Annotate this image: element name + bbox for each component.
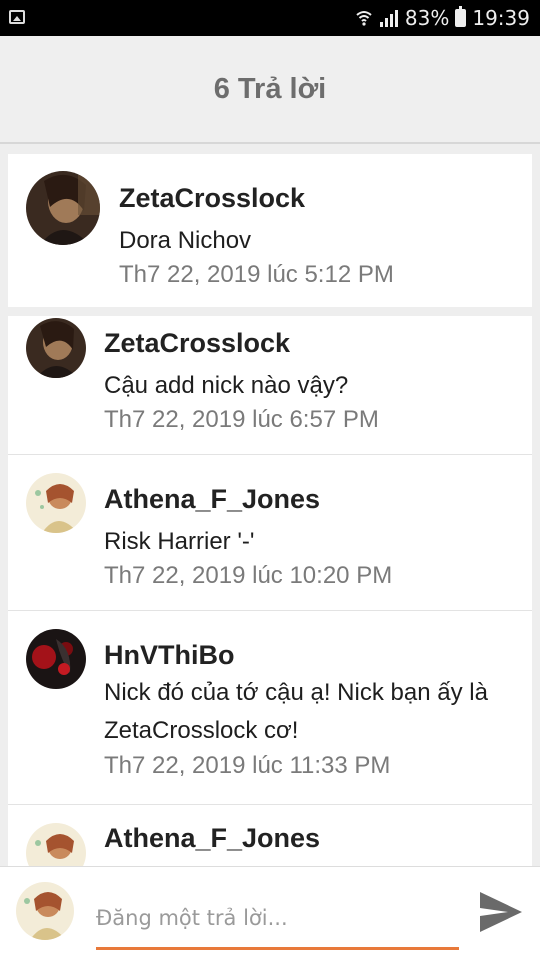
page-title: 6 Trả lời	[213, 72, 327, 105]
app-header: 6 Trả lời	[0, 36, 540, 144]
wifi-icon	[355, 9, 373, 27]
post-text: Dora Nichov	[119, 227, 252, 254]
author-name[interactable]: Athena_F_Jones	[104, 484, 320, 515]
clock: 19:39	[472, 6, 530, 30]
status-bar: 83% 19:39	[0, 0, 540, 36]
avatar[interactable]	[26, 823, 86, 868]
reply-composer	[0, 866, 540, 961]
reply-text: Risk Harrier '-'	[104, 528, 255, 555]
avatar	[16, 882, 74, 940]
reply-date: Th7 22, 2019 lúc 11:33 PM	[104, 752, 391, 779]
avatar[interactable]	[26, 318, 86, 378]
avatar[interactable]	[26, 629, 86, 689]
reply-input[interactable]	[96, 889, 459, 950]
reply-date: Th7 22, 2019 lúc 10:20 PM	[104, 562, 393, 589]
image-icon	[9, 10, 25, 24]
battery-icon	[455, 6, 467, 27]
send-icon[interactable]	[478, 890, 524, 939]
status-icons: 83% 19:39	[355, 5, 530, 31]
original-post[interactable]: ZetaCrosslock Dora Nichov Th7 22, 2019 l…	[8, 154, 532, 307]
author-name[interactable]: HnVThiBo	[104, 640, 234, 671]
author-name[interactable]: ZetaCrosslock	[104, 328, 290, 359]
list-item[interactable]: ZetaCrosslock Cậu add nick nào vậy? Th7 …	[8, 316, 532, 455]
reply-text-line2: ZetaCrosslock cơ!	[104, 717, 299, 744]
post-date: Th7 22, 2019 lúc 5:12 PM	[119, 261, 394, 288]
reply-list[interactable]: ZetaCrosslock Cậu add nick nào vậy? Th7 …	[8, 316, 532, 868]
avatar[interactable]	[26, 171, 100, 245]
reply-date: Th7 22, 2019 lúc 6:57 PM	[104, 406, 379, 433]
author-name[interactable]: Athena_F_Jones	[104, 823, 320, 854]
author-name[interactable]: ZetaCrosslock	[119, 183, 305, 214]
reply-text: Cậu add nick nào vậy?	[104, 372, 349, 399]
battery-percent: 83%	[404, 6, 450, 30]
list-item[interactable]: HnVThiBo Nick đó của tớ cậu ạ! Nick bạn …	[8, 611, 532, 805]
reply-text-line1: Nick đó của tớ cậu ạ! Nick bạn ấy là	[104, 679, 488, 706]
avatar[interactable]	[26, 473, 86, 533]
signal-icon	[379, 9, 399, 27]
list-item[interactable]: Athena_F_Jones Risk Harrier '-' Th7 22, …	[8, 455, 532, 611]
list-item[interactable]: Athena_F_Jones	[8, 805, 532, 868]
